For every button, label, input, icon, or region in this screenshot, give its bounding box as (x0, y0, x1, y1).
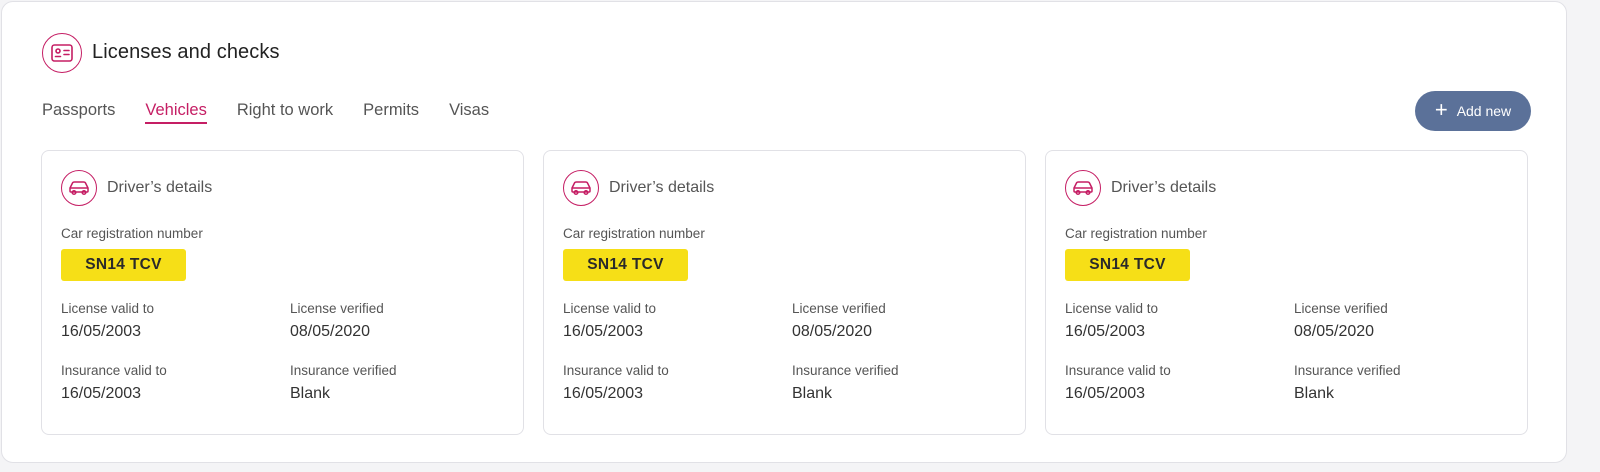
insurance-verified-label: Insurance verified (792, 363, 899, 378)
insurance-verified-value: Blank (290, 385, 331, 402)
license-valid-value: 16/05/2003 (563, 323, 644, 340)
add-new-button[interactable]: + Add new (1415, 91, 1531, 131)
license-valid-label: License valid to (61, 301, 155, 316)
insurance-verified-label: Insurance verified (1294, 363, 1401, 378)
license-verified-value: 08/05/2020 (290, 323, 371, 340)
driver-card: Driver’s details Car registration number… (543, 150, 1026, 435)
card-title: Driver’s details (1111, 179, 1217, 196)
reg-number-label: Car registration number (1065, 226, 1207, 241)
insurance-verified-value: Blank (792, 385, 833, 402)
plus-icon: + (1434, 97, 1448, 122)
licenses-panel: Licenses and checks Passports Vehicles R… (1, 1, 1567, 463)
reg-number-plate: SN14 TCV (61, 249, 186, 281)
license-verified-value: 08/05/2020 (1294, 323, 1375, 340)
license-valid-label: License valid to (563, 301, 657, 316)
card-title: Driver’s details (609, 179, 715, 196)
car-icon (1065, 170, 1101, 206)
car-icon (563, 170, 599, 206)
license-valid-label: License valid to (1065, 301, 1159, 316)
insurance-verified-value: Blank (1294, 385, 1335, 402)
insurance-valid-value: 16/05/2003 (563, 385, 644, 402)
driver-card: Driver’s details Car registration number… (1045, 150, 1528, 435)
insurance-valid-label: Insurance valid to (61, 363, 167, 378)
reg-number-label: Car registration number (61, 226, 203, 241)
card-title: Driver’s details (107, 179, 213, 196)
add-new-label: Add new (1456, 103, 1512, 119)
license-valid-value: 16/05/2003 (61, 323, 142, 340)
insurance-valid-label: Insurance valid to (563, 363, 669, 378)
license-verified-label: License verified (290, 301, 384, 316)
insurance-valid-value: 16/05/2003 (1065, 385, 1146, 402)
insurance-verified-label: Insurance verified (290, 363, 397, 378)
tab-visas[interactable]: Visas (449, 101, 489, 124)
id-card-icon (42, 33, 82, 73)
tab-passports[interactable]: Passports (42, 101, 115, 124)
license-valid-value: 16/05/2003 (1065, 323, 1146, 340)
insurance-valid-label: Insurance valid to (1065, 363, 1171, 378)
tab-vehicles[interactable]: Vehicles (145, 101, 207, 124)
tab-bar: Passports Vehicles Right to work Permits… (42, 101, 519, 124)
license-verified-label: License verified (1294, 301, 1388, 316)
reg-number-plate: SN14 TCV (563, 249, 688, 281)
reg-number-label: Car registration number (563, 226, 705, 241)
license-verified-label: License verified (792, 301, 886, 316)
tab-permits[interactable]: Permits (363, 101, 419, 124)
page-title: Licenses and checks (92, 41, 280, 63)
driver-card: Driver’s details Car registration number… (41, 150, 524, 435)
reg-number-plate: SN14 TCV (1065, 249, 1190, 281)
car-icon (61, 170, 97, 206)
insurance-valid-value: 16/05/2003 (61, 385, 142, 402)
license-verified-value: 08/05/2020 (792, 323, 873, 340)
tab-right-to-work[interactable]: Right to work (237, 101, 333, 124)
